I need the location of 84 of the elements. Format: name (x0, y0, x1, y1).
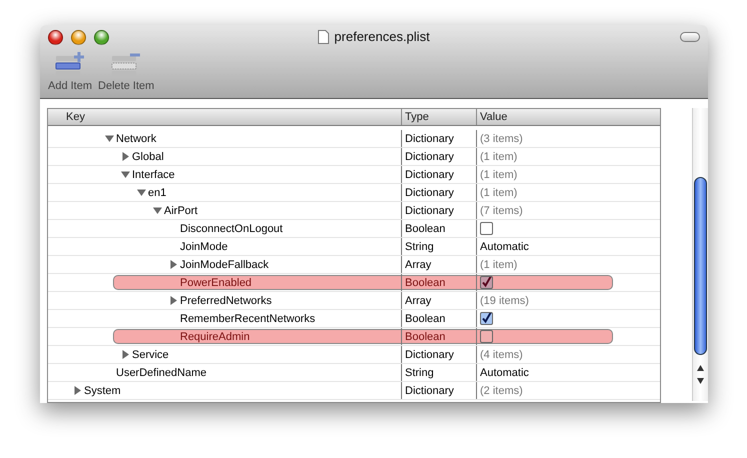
item-count: (3 items) (480, 132, 523, 144)
disclosure-triangle-right-icon[interactable] (169, 260, 178, 269)
key-text: Service (132, 348, 169, 360)
key-text: DisconnectOnLogout (180, 222, 283, 234)
key-text: Network (116, 132, 156, 144)
key-text: JoinMode (180, 240, 228, 252)
disclosure-triangle-down-icon[interactable] (121, 170, 130, 179)
type-text: Dictionary (405, 132, 454, 144)
close-button[interactable] (48, 30, 63, 44)
window-title: preferences.plist (334, 29, 430, 44)
type-text: Dictionary (405, 150, 454, 162)
type-text: Boolean (405, 330, 446, 342)
key-text: System (84, 384, 121, 396)
item-count: (4 items) (480, 348, 523, 360)
table-row[interactable]: JoinMode String Automatic (48, 238, 660, 256)
type-text: Array (405, 294, 432, 306)
document-icon (318, 30, 330, 44)
key-text: en1 (148, 186, 166, 198)
key-text: AirPort (164, 204, 198, 216)
item-count: (1 item) (480, 186, 518, 198)
column-header[interactable]: Key (48, 109, 401, 125)
table-row[interactable]: AirPort Dictionary (7 items) (48, 202, 660, 220)
column-header[interactable]: Value (476, 109, 660, 125)
type-text: Boolean (405, 312, 446, 324)
table-row[interactable]: RememberRecentNetworks Boolean (48, 310, 660, 328)
table-row[interactable]: Global Dictionary (1 item) (48, 148, 660, 166)
disclosure-triangle-right-icon[interactable] (169, 296, 178, 305)
type-text: Boolean (405, 276, 446, 288)
scroll-up-icon[interactable] (697, 364, 704, 370)
column-header[interactable]: Type (401, 109, 476, 125)
toolbar-button[interactable]: Delete Item (98, 51, 154, 92)
table-row[interactable]: UserDefinedName String Automatic (48, 364, 660, 382)
item-count: (2 items) (480, 384, 523, 396)
disclosure-triangle-down-icon[interactable] (137, 188, 146, 197)
key-text: RequireAdmin (180, 330, 250, 342)
checkbox[interactable] (480, 222, 493, 235)
disclosure-triangle-right-icon[interactable] (121, 152, 130, 161)
key-text: JoinModeFallback (180, 258, 269, 270)
table-row[interactable]: PowerEnabled Boolean (48, 274, 660, 292)
table-row[interactable]: Network Dictionary (3 items) (48, 130, 660, 148)
toolbar-toggle-button[interactable] (680, 32, 700, 42)
item-count: (1 item) (480, 150, 518, 162)
item-count: (7 items) (480, 204, 523, 216)
key-text: PowerEnabled (180, 276, 252, 288)
table-row[interactable]: PreferredNetworks Array (19 items) (48, 292, 660, 310)
scroll-down-icon[interactable] (697, 378, 704, 384)
table-row[interactable]: DisconnectOnLogout Boolean (48, 220, 660, 238)
checkbox[interactable] (480, 330, 493, 343)
type-text: Array (405, 258, 432, 270)
type-text: Dictionary (405, 204, 454, 216)
key-text: PreferredNetworks (180, 294, 272, 306)
disclosure-triangle-right-icon[interactable] (73, 386, 82, 395)
disclosure-triangle-right-icon[interactable] (121, 350, 130, 359)
table-row[interactable]: RequireAdmin Boolean (48, 328, 660, 346)
table-row[interactable]: Service Dictionary (4 items) (48, 346, 660, 364)
scrollbar[interactable] (692, 108, 708, 401)
zoom-button[interactable] (94, 30, 109, 44)
value-text: Automatic (480, 240, 529, 252)
checkbox[interactable] (480, 276, 493, 289)
minimize-button[interactable] (71, 30, 86, 44)
type-text: Boolean (405, 222, 446, 234)
value-text: Automatic (480, 366, 529, 378)
scroll-thumb[interactable] (694, 177, 707, 355)
checkbox[interactable] (480, 312, 493, 325)
item-count: (1 item) (480, 258, 518, 270)
table-row[interactable]: System Dictionary (2 items) (48, 382, 660, 400)
disclosure-triangle-down-icon[interactable] (153, 206, 162, 215)
type-text: String (405, 240, 434, 252)
key-text: Global (132, 150, 164, 162)
table-row[interactable]: Interface Dictionary (1 item) (48, 166, 660, 184)
disclosure-triangle-down-icon[interactable] (105, 134, 114, 143)
type-text: Dictionary (405, 186, 454, 198)
type-text: Dictionary (405, 168, 454, 180)
key-text: UserDefinedName (116, 366, 206, 378)
key-text: Interface (132, 168, 175, 180)
type-text: Dictionary (405, 348, 454, 360)
table-row[interactable]: JoinModeFallback Array (1 item) (48, 256, 660, 274)
type-text: Dictionary (405, 384, 454, 396)
table-row[interactable]: en1 Dictionary (1 item) (48, 184, 660, 202)
toolbar-button[interactable]: Add Item (48, 51, 92, 92)
item-count: (1 item) (480, 168, 518, 180)
type-text: String (405, 366, 434, 378)
key-text: RememberRecentNetworks (180, 312, 316, 324)
item-count: (19 items) (480, 294, 529, 306)
